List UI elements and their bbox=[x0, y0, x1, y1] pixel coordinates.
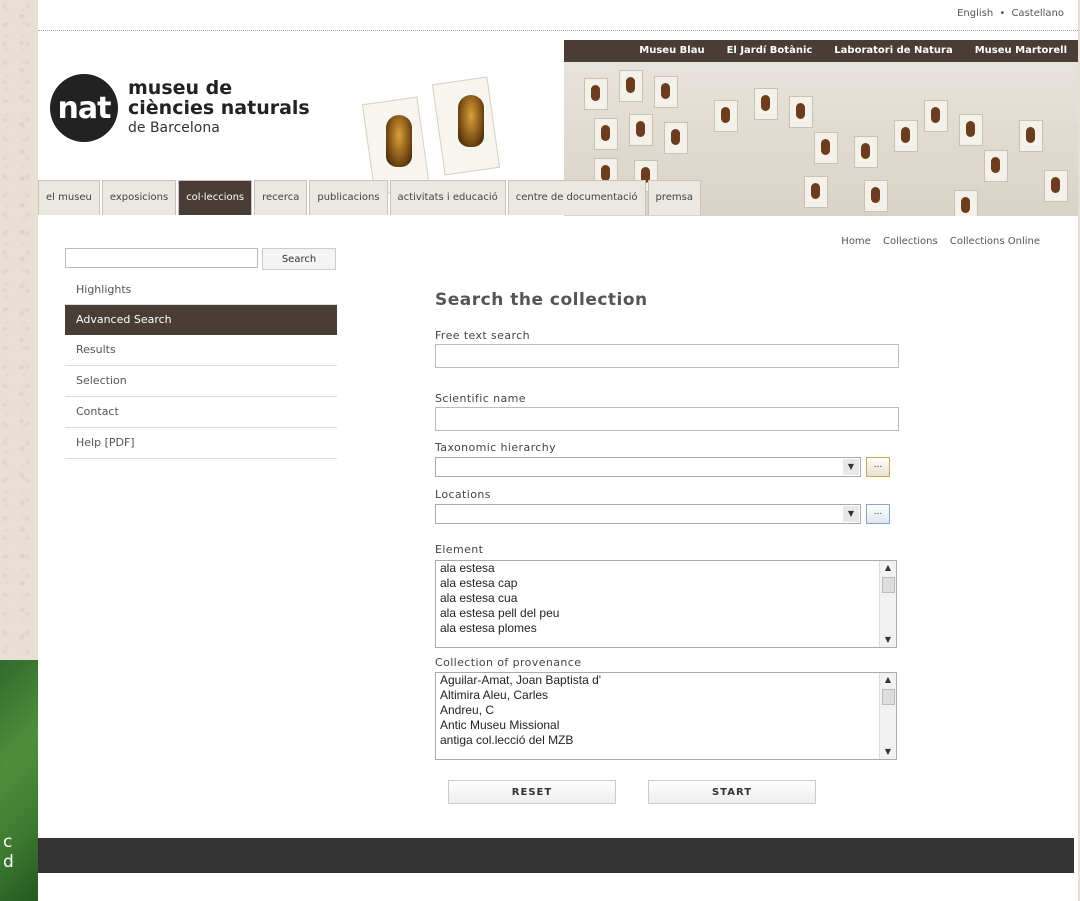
chevron-down-icon[interactable]: ▼ bbox=[843, 506, 859, 522]
list-item[interactable]: Altimira Aleu, Carles bbox=[436, 688, 896, 703]
sidebar-item-highlights[interactable]: Highlights bbox=[65, 280, 337, 305]
sidebar-search-button[interactable]: Search bbox=[262, 248, 336, 270]
logo-line-2: ciències naturals bbox=[128, 97, 310, 119]
lang-castellano-link[interactable]: Castellano bbox=[1011, 8, 1064, 19]
deco-letter-1: c bbox=[3, 832, 13, 852]
breadcrumb-home[interactable]: Home bbox=[841, 236, 871, 247]
lang-english-link[interactable]: English bbox=[957, 8, 993, 19]
scroll-down-icon[interactable]: ▼ bbox=[880, 633, 896, 647]
main-nav: el museu exposicions col·leccions recerc… bbox=[38, 180, 703, 216]
locations-label: Locations bbox=[435, 488, 491, 501]
scroll-up-icon[interactable]: ▲ bbox=[880, 561, 896, 575]
sidebar-item-contact[interactable]: Contact bbox=[65, 397, 337, 428]
list-item[interactable]: antiga col.lecció del MZB bbox=[436, 733, 896, 748]
deco-letter-2: d bbox=[3, 852, 14, 872]
taxonomic-select[interactable]: ▼ bbox=[435, 457, 861, 477]
main-nav-exposicions[interactable]: exposicions bbox=[101, 180, 177, 215]
main-nav-premsa[interactable]: premsa bbox=[647, 180, 702, 215]
provenance-label: Collection of provenance bbox=[435, 656, 582, 669]
logo-text: museu de ciències naturals de Barcelona bbox=[128, 78, 310, 138]
start-button[interactable]: START bbox=[648, 780, 816, 804]
sidebar-menu: Highlights Advanced Search Results Selec… bbox=[65, 280, 337, 459]
chevron-down-icon[interactable]: ▼ bbox=[843, 459, 859, 475]
museum-logo[interactable]: nat museu de ciències naturals de Barcel… bbox=[50, 74, 310, 142]
list-item[interactable]: ala estesa bbox=[436, 561, 896, 576]
main-nav-activitats[interactable]: activitats i educació bbox=[389, 180, 506, 215]
list-item[interactable]: Antic Museu Missional bbox=[436, 718, 896, 733]
sidebar-search-input[interactable] bbox=[65, 248, 258, 268]
form-title: Search the collection bbox=[435, 290, 648, 310]
main-nav-el-museu[interactable]: el museu bbox=[38, 180, 100, 215]
breadcrumb-collections[interactable]: Collections bbox=[883, 236, 938, 247]
scroll-up-icon[interactable]: ▲ bbox=[880, 673, 896, 687]
breadcrumb: Home Collections Collections Online bbox=[832, 236, 1040, 247]
element-scrollbar[interactable]: ▲ ▼ bbox=[879, 561, 896, 647]
free-text-input[interactable] bbox=[435, 344, 899, 368]
scroll-down-icon[interactable]: ▼ bbox=[880, 745, 896, 759]
header-nav-museu-martorell[interactable]: Museu Martorell bbox=[964, 40, 1078, 62]
taxonomic-browse-button[interactable]: ... bbox=[866, 457, 890, 477]
list-item[interactable]: ala estesa plomes bbox=[436, 621, 896, 636]
header-museum-nav: Museu Blau El Jardí Botànic Laboratori d… bbox=[564, 40, 1078, 62]
background-letters: c d bbox=[3, 832, 14, 872]
list-item[interactable]: ala estesa pell del peu bbox=[436, 606, 896, 621]
element-label: Element bbox=[435, 543, 484, 556]
provenance-scrollbar[interactable]: ▲ ▼ bbox=[879, 673, 896, 759]
footer-bar bbox=[38, 838, 1074, 873]
beetle-image-left bbox=[386, 115, 412, 167]
scientific-name-label: Scientific name bbox=[435, 392, 526, 405]
provenance-listbox[interactable]: Aguilar-Amat, Joan Baptista d' Altimira … bbox=[435, 672, 897, 760]
list-item[interactable]: Aguilar-Amat, Joan Baptista d' bbox=[436, 673, 896, 688]
header-nav-laboratori[interactable]: Laboratori de Natura bbox=[823, 40, 963, 62]
logo-line-3: de Barcelona bbox=[128, 120, 220, 136]
list-item[interactable]: Andreu, C bbox=[436, 703, 896, 718]
main-nav-colleccions[interactable]: col·leccions bbox=[178, 180, 253, 215]
logo-mark: nat bbox=[50, 74, 118, 142]
free-text-label: Free text search bbox=[435, 329, 530, 342]
scroll-thumb[interactable] bbox=[882, 577, 895, 593]
language-switcher: English • Castellano bbox=[954, 8, 1064, 19]
sidebar-item-advanced-search[interactable]: Advanced Search bbox=[65, 305, 337, 335]
beetle-image-right bbox=[458, 95, 484, 147]
reset-button[interactable]: RESET bbox=[448, 780, 616, 804]
taxonomic-label: Taxonomic hierarchy bbox=[435, 441, 557, 454]
locations-browse-button[interactable]: ... bbox=[866, 504, 890, 524]
sidebar-item-selection[interactable]: Selection bbox=[65, 366, 337, 397]
lang-separator: • bbox=[999, 8, 1006, 19]
sidebar-item-help-pdf[interactable]: Help [PDF] bbox=[65, 428, 337, 459]
logo-line-1: museu de bbox=[128, 77, 233, 99]
sidebar: Search Highlights Advanced Search Result… bbox=[65, 248, 337, 459]
page: English • Castellano Museu Blau El Jardí… bbox=[38, 0, 1078, 901]
scientific-name-input[interactable] bbox=[435, 407, 899, 431]
main-nav-centre-documentacio[interactable]: centre de documentació bbox=[507, 180, 646, 215]
scroll-thumb[interactable] bbox=[882, 689, 895, 705]
list-item[interactable]: ala estesa cap bbox=[436, 576, 896, 591]
breadcrumb-collections-online[interactable]: Collections Online bbox=[950, 236, 1040, 247]
header-nav-jardi-botanic[interactable]: El Jardí Botànic bbox=[716, 40, 824, 62]
main-nav-recerca[interactable]: recerca bbox=[254, 180, 308, 215]
main-nav-publicacions[interactable]: publicacions bbox=[309, 180, 388, 215]
sidebar-search: Search bbox=[65, 248, 337, 270]
search-form: Search the collection Free text search S… bbox=[435, 290, 915, 804]
header-nav-museu-blau[interactable]: Museu Blau bbox=[628, 40, 715, 62]
sidebar-item-results[interactable]: Results bbox=[65, 335, 337, 366]
list-item[interactable]: ala estesa cua bbox=[436, 591, 896, 606]
locations-select[interactable]: ▼ bbox=[435, 504, 861, 524]
header-divider bbox=[38, 30, 1078, 31]
element-listbox[interactable]: ala estesa ala estesa cap ala estesa cua… bbox=[435, 560, 897, 648]
